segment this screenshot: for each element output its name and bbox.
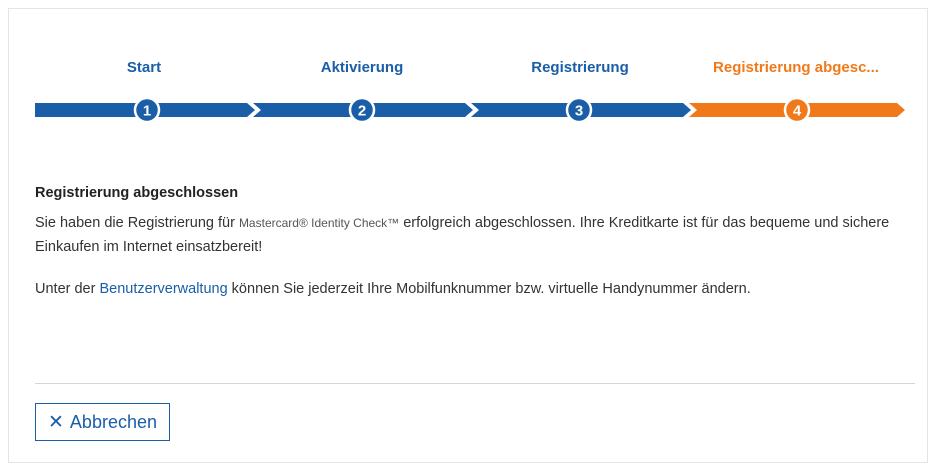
user-management-link[interactable]: Benutzerverwaltung <box>99 281 227 297</box>
user-management-text: Unter der Benutzerverwaltung können Sie … <box>35 281 751 297</box>
cancel-label: Abbrechen <box>69 411 157 432</box>
step-circle-4: 4 <box>783 96 811 124</box>
stepper-bar: 1 2 3 4 <box>35 96 905 124</box>
confirmation-content: Registrierung abgeschlossen Sie haben di… <box>35 181 915 319</box>
svg-text:4: 4 <box>793 103 802 120</box>
step-label-aktivierung: Aktivierung <box>320 59 404 76</box>
step-label-start: Start <box>126 59 162 76</box>
cancel-button[interactable]: ✕ Abbrechen <box>35 403 170 441</box>
step-label-registrierung: Registrierung <box>531 59 629 76</box>
step-circle-3: 3 <box>565 96 593 124</box>
footer-divider <box>35 383 915 384</box>
close-icon: ✕ <box>48 411 64 433</box>
svg-text:1: 1 <box>143 103 151 120</box>
confirmation-text: Sie haben die Registrierung für Masterca… <box>35 215 890 255</box>
progress-stepper: Start Aktivierung Registrierung Registri… <box>35 59 905 129</box>
step-circle-1: 1 <box>133 96 161 124</box>
brand-name: Mastercard® Identity Check™ <box>238 216 400 230</box>
step-label-abgeschlossen: Registrierung abgesc... <box>713 59 879 76</box>
registration-panel: Start Aktivierung Registrierung Registri… <box>8 8 928 463</box>
svg-text:2: 2 <box>358 103 366 120</box>
confirmation-heading: Registrierung abgeschlossen <box>35 185 239 201</box>
svg-text:3: 3 <box>575 103 583 120</box>
step-circle-2: 2 <box>348 96 376 124</box>
